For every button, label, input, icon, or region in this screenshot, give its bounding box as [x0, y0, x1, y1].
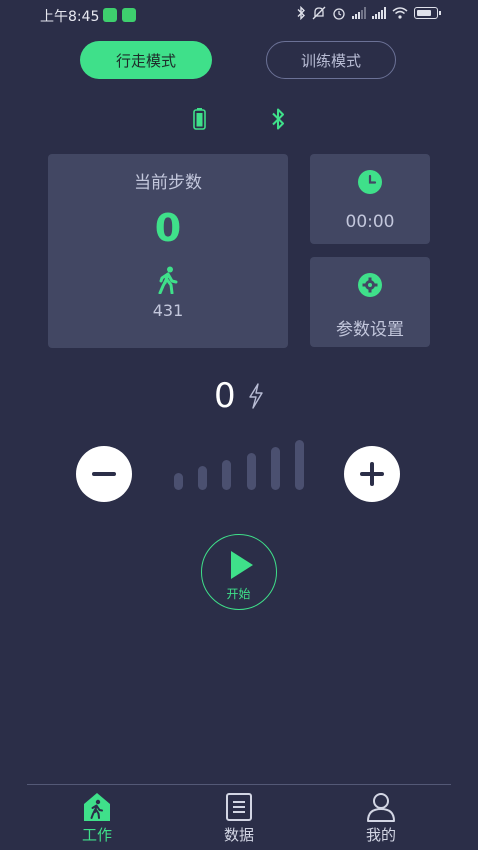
signal-icon — [372, 7, 386, 19]
intensity-bar — [271, 447, 280, 490]
intensity-bar — [174, 473, 183, 490]
home-walker-icon — [84, 793, 110, 821]
bluetooth-icon — [297, 6, 305, 20]
nav-label-work: 工作 — [81, 826, 112, 844]
battery-icon — [414, 7, 441, 19]
signal-icon — [352, 7, 366, 19]
timer-value: 00:00 — [345, 212, 395, 232]
steps-card: 当前步数 0 431 — [48, 154, 288, 348]
total-steps-value: 431 — [152, 301, 184, 320]
clock-icon — [358, 170, 382, 194]
status-icons — [296, 6, 441, 20]
nav-item-data[interactable]: 数据 — [189, 790, 289, 846]
nav-divider — [27, 784, 451, 785]
intensity-bar — [247, 453, 256, 490]
gear-icon — [358, 273, 382, 297]
device-battery-icon — [193, 108, 206, 130]
nav-item-work[interactable]: 工作 — [47, 790, 147, 846]
alarm-icon — [333, 8, 345, 20]
status-time: 上午8:45 — [40, 9, 100, 25]
device-bluetooth-icon — [272, 108, 284, 130]
settings-label: 参数设置 — [336, 320, 404, 340]
intensity-bar — [295, 440, 304, 490]
steps-count: 0 — [154, 206, 182, 250]
timer-card: 00:00 — [310, 154, 430, 244]
intensity-value: 0 — [214, 376, 236, 416]
user-icon — [367, 793, 395, 822]
training-mode-button[interactable]: 训练模式 — [266, 41, 396, 79]
steps-title: 当前步数 — [134, 173, 202, 193]
nav-label-data: 数据 — [223, 826, 254, 844]
intensity-bar — [222, 460, 231, 490]
list-icon — [226, 793, 252, 821]
walk-mode-button[interactable]: 行走模式 — [80, 41, 212, 79]
walker-icon — [158, 266, 178, 294]
bolt-icon — [249, 383, 263, 409]
nav-label-mine: 我的 — [365, 826, 396, 844]
mute-icon — [312, 6, 326, 20]
app-notification-icon — [122, 8, 136, 22]
increase-button[interactable] — [344, 446, 400, 502]
start-button[interactable]: 开始 — [201, 534, 277, 610]
intensity-bar — [198, 466, 207, 490]
settings-card[interactable]: 参数设置 — [310, 257, 430, 347]
wifi-icon — [392, 7, 408, 19]
start-label: 开始 — [226, 587, 251, 601]
wechat-icon — [103, 8, 117, 22]
play-icon — [231, 551, 253, 579]
decrease-button[interactable] — [76, 446, 132, 502]
nav-item-mine[interactable]: 我的 — [331, 790, 431, 846]
